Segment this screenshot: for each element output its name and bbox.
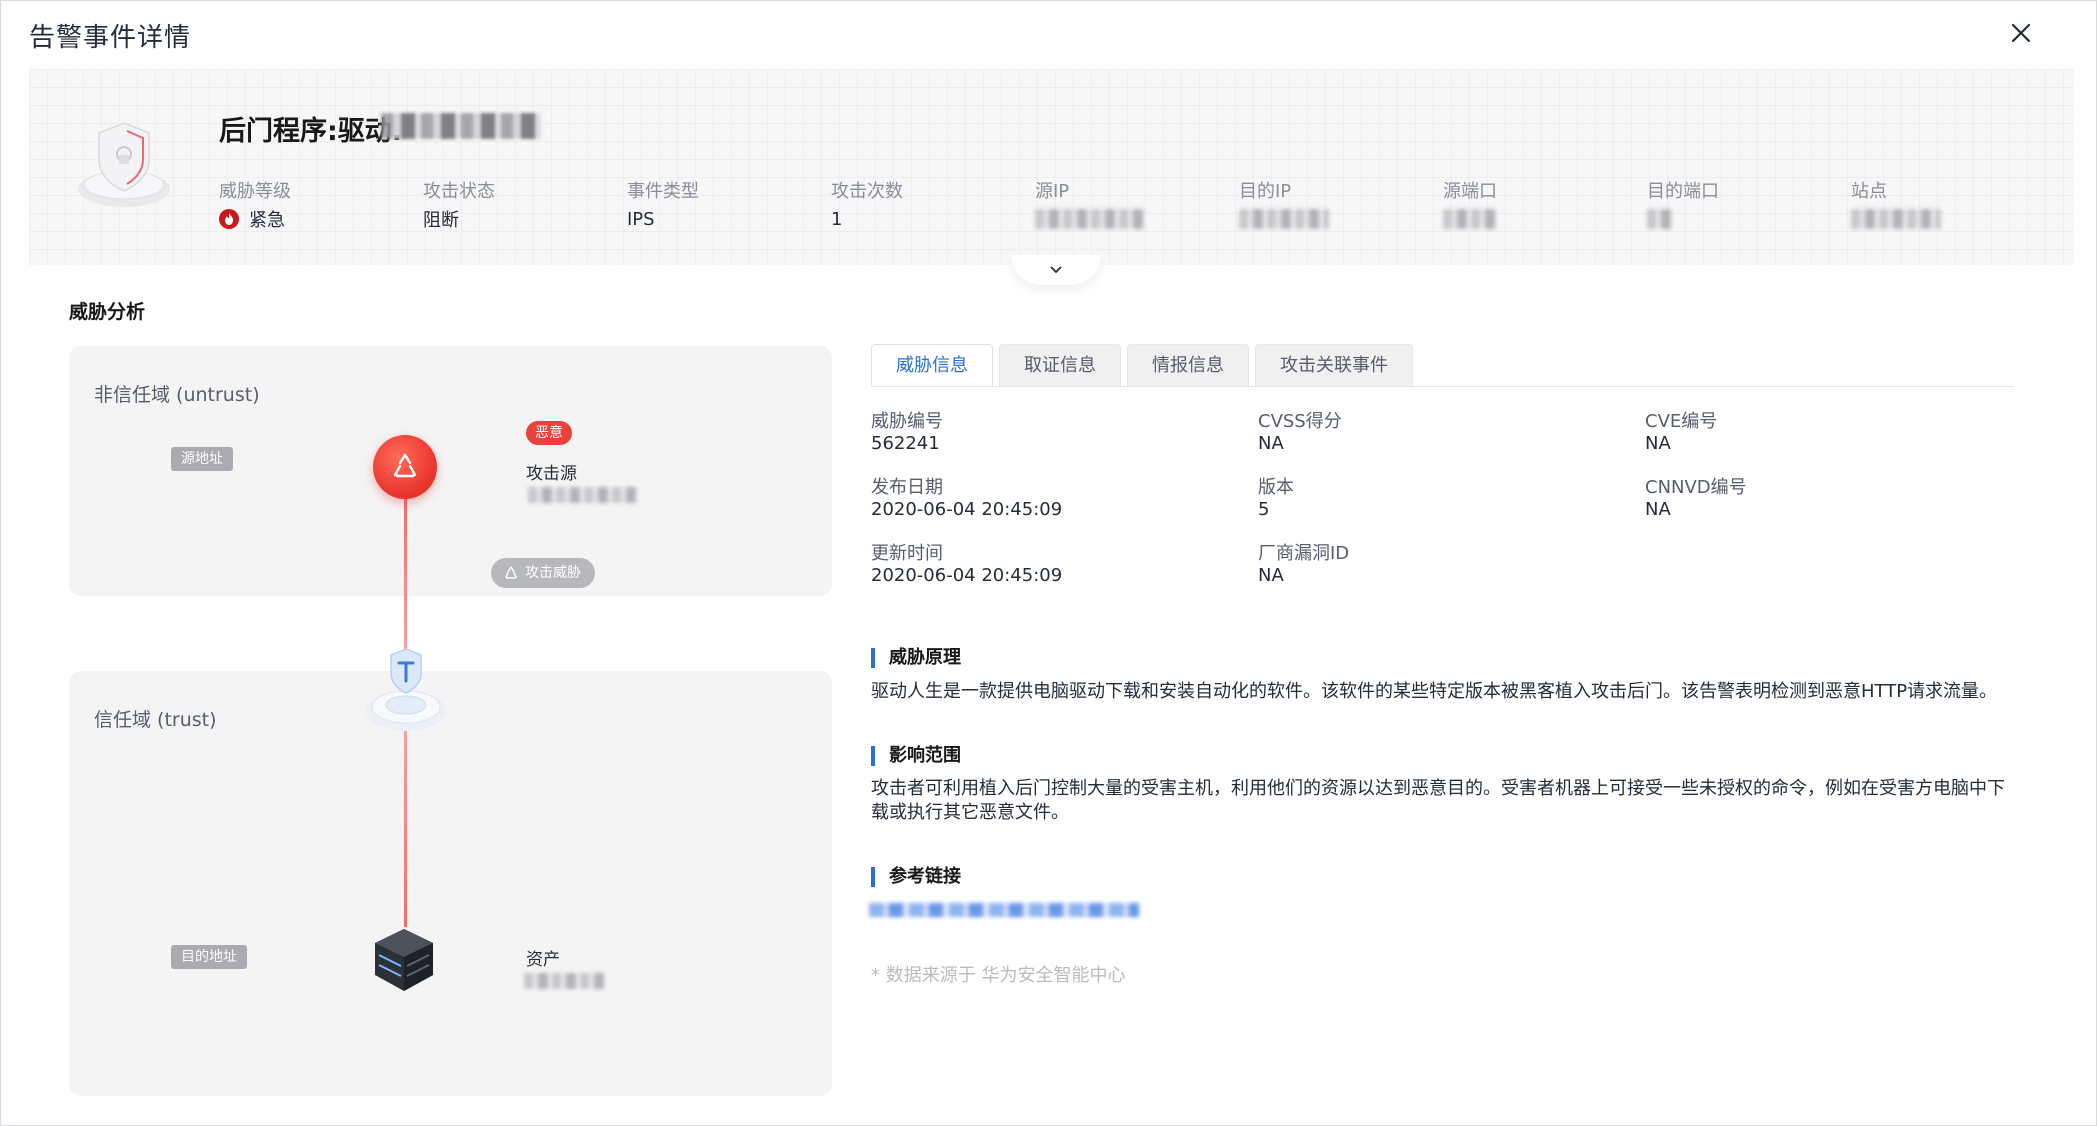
meta-attack-count: 攻击次数 1 (831, 177, 1031, 231)
recycle-threat-icon (393, 453, 417, 478)
meta-value: IPS (627, 208, 655, 230)
alert-detail-dialog: 告警事件详情 后门程序:驱动. 威胁等级 紧急 攻击状态 阻断 事件类型 IPS… (0, 0, 2097, 1126)
meta-threat-level: 威胁等级 紧急 (219, 177, 419, 231)
info-value: 2020-06-04 20:45:09 (871, 499, 1063, 520)
meta-value: 阻断 (423, 210, 459, 231)
meta-value: 1 (831, 208, 843, 230)
meta-label: 站点 (1851, 181, 1887, 202)
source-address-pill: 源地址 (171, 447, 233, 471)
info-label: 版本 (1258, 477, 1294, 498)
info-value: NA (1258, 565, 1284, 586)
info-value: NA (1258, 433, 1284, 454)
tab-threat-info[interactable]: 威胁信息 (871, 344, 993, 386)
redacted-value (1443, 209, 1497, 229)
tab-related-events[interactable]: 攻击关联事件 (1255, 344, 1413, 386)
info-publish-date: 发布日期 2020-06-04 20:45:09 (871, 473, 1231, 523)
event-title-redacted (381, 113, 541, 139)
shield-illustration-icon (78, 122, 170, 207)
attack-threat-label: 攻击威胁 (525, 565, 581, 581)
trust-zone-label: 信任域 (trust) (94, 709, 217, 731)
meta-label: 事件类型 (627, 181, 699, 202)
meta-source-port: 源端口 (1443, 177, 1643, 231)
meta-dest-port: 目的端口 (1647, 177, 1847, 231)
event-summary: 后门程序:驱动. 威胁等级 紧急 攻击状态 阻断 事件类型 IPS 攻击次数 1 (29, 69, 2074, 265)
meta-site: 站点 (1851, 177, 2051, 231)
attack-path-line (404, 731, 407, 927)
meta-label: 威胁等级 (219, 181, 291, 202)
info-cvss: CVSS得分 NA (1258, 407, 1618, 457)
critical-fire-icon (219, 209, 239, 229)
redacted-value (1239, 209, 1329, 229)
detail-tabs: 威胁信息 取证信息 情报信息 攻击关联事件 (871, 344, 1413, 388)
info-label: CVSS得分 (1258, 411, 1342, 432)
recycle-threat-icon (505, 566, 517, 579)
impact-text: 攻击者可利用植入后门控制大量的受害主机，利用他们的资源以达到恶意目的。受害者机器… (871, 778, 2005, 823)
info-label: 威胁编号 (871, 411, 943, 432)
attack-threat-pill[interactable]: 攻击威胁 (491, 558, 595, 588)
dest-address-pill: 目的地址 (171, 945, 247, 969)
meta-label: 源端口 (1443, 181, 1497, 202)
meta-value: 紧急 (249, 210, 285, 231)
meta-dest-ip: 目的IP (1239, 177, 1439, 231)
meta-source-ip: 源IP (1035, 177, 1235, 231)
meta-label: 源IP (1035, 181, 1070, 202)
tabs-divider (871, 386, 2014, 387)
impact-title: 影响范围 (871, 746, 961, 766)
source-note: * 数据来源于 华为安全智能中心 (871, 965, 1126, 986)
info-threat-id: 威胁编号 562241 (871, 407, 1231, 457)
trust-zone: 信任域 (trust) (69, 671, 832, 1096)
info-vendor-id: 厂商漏洞ID NA (1258, 539, 1618, 589)
info-label: 发布日期 (871, 477, 943, 498)
info-value: 5 (1258, 499, 1270, 520)
attacker-label: 攻击源 (526, 464, 577, 484)
info-value: NA (1645, 499, 1671, 520)
info-update-time: 更新时间 2020-06-04 20:45:09 (871, 539, 1231, 589)
info-cnnvd: CNNVD编号 NA (1645, 473, 2005, 523)
untrust-zone-label: 非信任域 (untrust) (94, 384, 260, 406)
principle-title: 威胁原理 (871, 648, 961, 668)
redacted-value (1035, 209, 1145, 229)
info-label: 更新时间 (871, 543, 943, 564)
asset-label: 资产 (526, 950, 560, 970)
meta-label: 攻击状态 (423, 181, 495, 202)
meta-attack-status: 攻击状态 阻断 (423, 177, 623, 231)
dialog-title: 告警事件详情 (29, 23, 192, 53)
close-icon[interactable] (2005, 17, 2037, 49)
threat-analysis-title: 威胁分析 (69, 301, 146, 323)
firewall-node-icon[interactable] (363, 641, 449, 741)
reference-title: 参考链接 (871, 867, 961, 887)
info-version: 版本 5 (1258, 473, 1618, 523)
redacted-value (1647, 209, 1671, 229)
info-value: NA (1645, 433, 1671, 454)
redacted-value (1851, 209, 1941, 229)
reference-link[interactable] (869, 903, 1139, 917)
asset-ip-redacted (524, 973, 604, 989)
info-label: CNNVD编号 (1645, 477, 1747, 498)
event-title: 后门程序:驱动. (219, 116, 403, 147)
attack-path-line (404, 499, 407, 649)
meta-label: 目的端口 (1647, 181, 1719, 202)
info-label: CVE编号 (1645, 411, 1718, 432)
meta-label: 攻击次数 (831, 181, 903, 202)
chevron-down-icon (1050, 266, 1062, 274)
meta-event-type: 事件类型 IPS (627, 177, 827, 231)
meta-label: 目的IP (1239, 181, 1292, 202)
server-asset-icon[interactable] (369, 925, 439, 995)
untrust-zone: 非信任域 (untrust) (69, 346, 832, 596)
info-value: 2020-06-04 20:45:09 (871, 565, 1063, 586)
tab-forensics[interactable]: 取证信息 (999, 344, 1121, 386)
info-value: 562241 (871, 433, 940, 454)
attacker-ip-redacted (528, 487, 636, 503)
attacker-node[interactable] (373, 435, 437, 499)
tab-intelligence[interactable]: 情报信息 (1127, 344, 1249, 386)
principle-text: 驱动人生是一款提供电脑驱动下载和安装自动化的软件。该软件的某些特定版本被黑客植入… (871, 681, 1998, 702)
info-label: 厂商漏洞ID (1258, 543, 1350, 564)
info-cve: CVE编号 NA (1645, 407, 2005, 457)
malicious-badge: 恶意 (526, 421, 572, 445)
expand-summary-button[interactable] (1011, 255, 1101, 285)
